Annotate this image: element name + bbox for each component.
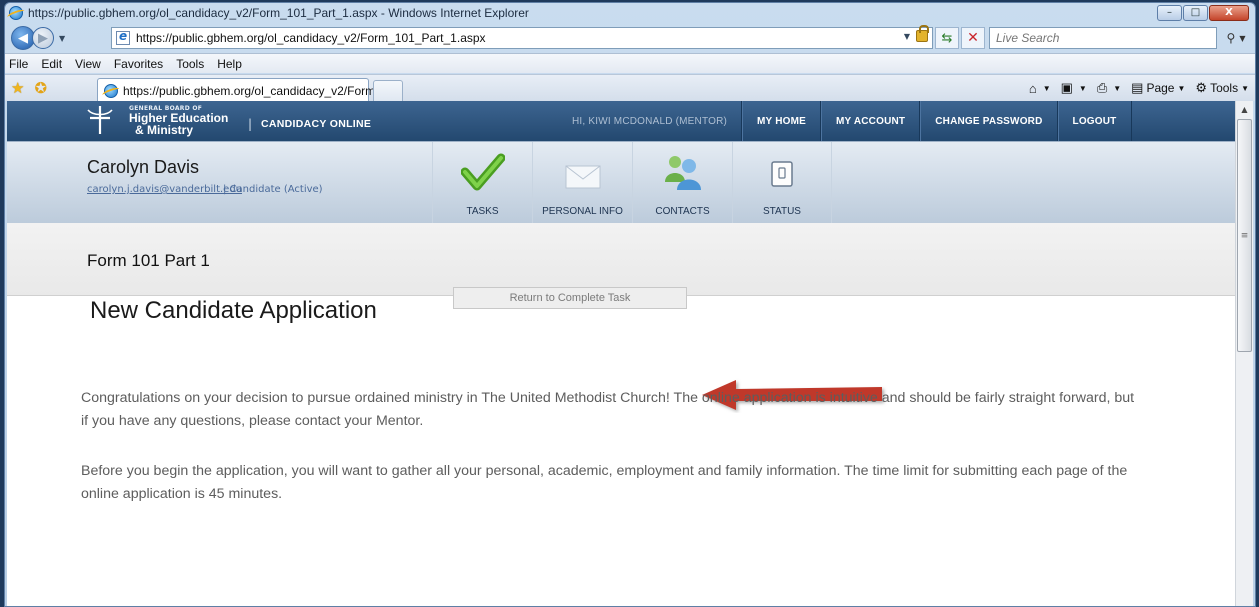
- instructions-paragraph: Before you begin the application, you wi…: [81, 463, 1128, 502]
- search-dropdown-icon[interactable]: ▼: [1239, 34, 1245, 43]
- status-icon: [771, 161, 793, 187]
- org-name-line2: & Ministry: [135, 123, 194, 137]
- home-button[interactable]: ⌂ ▼: [1029, 81, 1051, 96]
- tab-status[interactable]: STATUS: [732, 142, 832, 224]
- window-controls: – □ X: [1156, 5, 1249, 21]
- add-favorites-icon[interactable]: ✪: [34, 79, 47, 97]
- scroll-up-icon[interactable]: ▲: [1236, 101, 1253, 118]
- address-bar[interactable]: https://public.gbhem.org/ol_candidacy_v2…: [111, 25, 933, 49]
- site-header: GENERAL BOARD OF Higher Education & Mini…: [7, 101, 1235, 141]
- page-menu-label: Page: [1146, 81, 1175, 95]
- tools-menu-button[interactable]: ⚙ Tools ▼: [1195, 80, 1249, 96]
- title-bar: https://public.gbhem.org/ol_candidacy_v2…: [5, 3, 1255, 23]
- magnifier-icon: ⚲: [1226, 31, 1236, 45]
- tab-contacts-label: CONTACTS: [655, 206, 710, 217]
- menu-view[interactable]: View: [75, 57, 101, 71]
- search-box[interactable]: [989, 27, 1217, 49]
- vertical-scrollbar[interactable]: ▲ ≡: [1235, 101, 1253, 606]
- search-button[interactable]: ⚲ ▼: [1221, 27, 1251, 49]
- printer-icon: ⎙: [1096, 80, 1108, 95]
- page-menu-icon: ▤: [1131, 80, 1144, 95]
- address-dropdown-icon[interactable]: ▼: [904, 32, 910, 41]
- refresh-button[interactable]: ⇆: [935, 27, 959, 49]
- feeds-button[interactable]: ▣ ▼: [1061, 80, 1087, 96]
- tab-tasks[interactable]: TASKS: [432, 142, 532, 224]
- candidate-status: | Candidate (Active): [223, 184, 323, 195]
- maximize-button[interactable]: □: [1183, 5, 1208, 21]
- stop-button[interactable]: ✕: [961, 27, 985, 49]
- application-heading: New Candidate Application: [90, 297, 377, 324]
- page-title-band: Form 101 Part 1: [7, 223, 1235, 296]
- candidate-email-link[interactable]: carolyn.j.davis@vanderbilt.edu: [87, 184, 242, 195]
- rss-icon: ▣: [1060, 80, 1073, 95]
- intro-paragraph: Congratulations on your decision to purs…: [81, 390, 1135, 429]
- new-tab-button[interactable]: [373, 80, 403, 102]
- tab-favicon-icon: [104, 83, 118, 98]
- favorites-star-icon[interactable]: ★: [11, 79, 24, 97]
- tab-contacts[interactable]: CONTACTS: [632, 142, 732, 224]
- menu-edit[interactable]: Edit: [41, 57, 62, 71]
- tab-title: https://public.gbhem.org/ol_candidacy_v2…: [123, 83, 386, 98]
- menu-bar: File Edit View Favorites Tools Help: [5, 53, 1255, 73]
- address-url[interactable]: https://public.gbhem.org/ol_candidacy_v2…: [136, 31, 486, 45]
- tab-bar: ★ ✪ https://public.gbhem.org/ol_candidac…: [5, 74, 1255, 102]
- header-separator: |: [248, 117, 253, 131]
- window-title: https://public.gbhem.org/ol_candidacy_v2…: [28, 6, 529, 20]
- menu-file[interactable]: File: [9, 57, 28, 71]
- cross-flame-logo: [87, 106, 113, 134]
- print-button[interactable]: ⎙ ▼: [1097, 80, 1121, 96]
- tab-status-label: STATUS: [763, 206, 801, 217]
- profile-band: Carolyn Davis carolyn.j.davis@vanderbilt…: [7, 141, 1235, 224]
- tab-tasks-label: TASKS: [466, 206, 499, 217]
- nav-change-password[interactable]: CHANGE PASSWORD: [920, 101, 1058, 141]
- page-viewport: GENERAL BOARD OF Higher Education & Mini…: [7, 101, 1235, 606]
- forward-button[interactable]: ▶: [32, 27, 54, 49]
- ie-logo-icon: [9, 6, 23, 20]
- history-dropdown-icon[interactable]: ▼: [59, 34, 65, 43]
- address-bar-actions: ▼: [904, 25, 929, 42]
- search-input[interactable]: [996, 31, 1176, 45]
- people-icon: [664, 156, 701, 190]
- minimize-button[interactable]: –: [1157, 5, 1182, 21]
- nav-logout[interactable]: LOGOUT: [1057, 101, 1132, 141]
- form-title: Form 101 Part 1: [87, 251, 210, 270]
- menu-help[interactable]: Help: [217, 57, 242, 71]
- close-button[interactable]: X: [1209, 5, 1249, 21]
- lock-icon[interactable]: [916, 25, 929, 42]
- return-to-complete-task-button[interactable]: Return to Complete Task: [453, 287, 687, 309]
- page-icon: [116, 29, 130, 45]
- nav-my-account[interactable]: MY ACCOUNT: [821, 101, 921, 141]
- tools-menu-label: Tools: [1210, 81, 1239, 95]
- profile-tabs: TASKS PERSONAL INFO CONTACTS STATUS: [432, 142, 832, 224]
- menu-tools[interactable]: Tools: [176, 57, 204, 71]
- menu-favorites[interactable]: Favorites: [114, 57, 163, 71]
- candidate-name: Carolyn Davis: [87, 157, 200, 177]
- app-name: CANDIDACY ONLINE: [261, 118, 372, 130]
- gear-icon: ⚙: [1195, 80, 1208, 95]
- command-bar: ⌂ ▼ ▣ ▼ ⎙ ▼ ▤ Page ▼ ⚙ Tools ▼: [1019, 80, 1249, 96]
- home-icon: ⌂: [1028, 80, 1037, 96]
- navigation-bar: ◀ ▶ ▼ https://public.gbhem.org/ol_candid…: [5, 24, 1255, 52]
- page-menu-button[interactable]: ▤ Page ▼: [1131, 80, 1185, 96]
- nav-my-home[interactable]: MY HOME: [742, 101, 822, 141]
- tab-personal-info-label: PERSONAL INFO: [542, 206, 623, 217]
- tab-personal-info[interactable]: PERSONAL INFO: [532, 142, 632, 224]
- top-nav: HI, KIWI MCDONALD (MENTOR) MY HOME MY AC…: [558, 101, 1132, 141]
- tab-active[interactable]: https://public.gbhem.org/ol_candidacy_v2…: [97, 78, 385, 102]
- user-greeting: HI, KIWI MCDONALD (MENTOR): [558, 101, 743, 141]
- checkmark-icon: [460, 153, 505, 191]
- envelope-icon: [565, 165, 600, 189]
- scroll-thumb[interactable]: ≡: [1237, 119, 1252, 352]
